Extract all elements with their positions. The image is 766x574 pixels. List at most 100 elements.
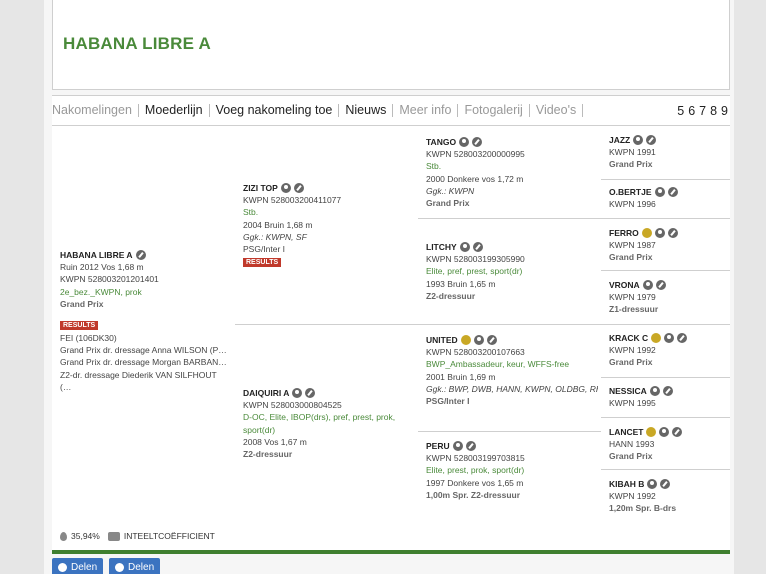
- horse-level: Z2-dressuur: [243, 449, 293, 460]
- edit-icon[interactable]: [655, 280, 666, 291]
- award-icon[interactable]: [646, 427, 657, 438]
- divider: [601, 417, 730, 418]
- divider: [601, 377, 730, 378]
- tab-videos[interactable]: Video's: [530, 104, 584, 117]
- edit-icon[interactable]: [135, 250, 146, 261]
- edit-icon[interactable]: [662, 386, 673, 397]
- offspring-icon[interactable]: [654, 228, 665, 239]
- pedigree-table: HABANA LIBRE A Ruin 2012 Vos 1,68 m KWPN…: [52, 126, 730, 550]
- edit-icon[interactable]: [472, 242, 483, 253]
- award-icon[interactable]: [641, 228, 652, 239]
- horse-reg: KWPN 528003000804525: [243, 400, 342, 411]
- tab-nieuws[interactable]: Nieuws: [339, 104, 394, 117]
- inbreeding-info: 35,94% INTEELTCOËFFICIENT: [60, 531, 215, 541]
- tab-fotogalerij[interactable]: Fotogalerij: [458, 104, 530, 117]
- result-row: Z2-dr. dressage Diederik VAN SILFHOUT (…: [60, 369, 217, 392]
- offspring-icon[interactable]: [280, 183, 291, 194]
- horse-reg: KWPN 528003199703815: [426, 453, 525, 464]
- pagination: 5 6 7 8 9: [677, 104, 730, 118]
- edit-icon[interactable]: [465, 441, 476, 452]
- horse-name[interactable]: O.BERTJE: [609, 186, 652, 198]
- horse-ggk: Ggk.: KWPN: [426, 185, 475, 196]
- page-5[interactable]: 5: [677, 104, 684, 118]
- edit-icon[interactable]: [677, 333, 688, 344]
- page-7[interactable]: 7: [699, 104, 706, 118]
- facebook-share-button[interactable]: Delen: [52, 558, 104, 574]
- award-icon[interactable]: [651, 333, 662, 344]
- divider: [418, 218, 601, 219]
- offspring-icon[interactable]: [473, 335, 484, 346]
- inbreeding-percentage: 35,94%: [71, 531, 100, 541]
- tab-voeg-nakomeling-toe[interactable]: Voeg nakomeling toe: [210, 104, 340, 117]
- horse-info: 2004 Bruin 1,68 m: [243, 219, 313, 230]
- tab-moederlijn[interactable]: Moederlijn: [139, 104, 210, 117]
- edit-icon[interactable]: [667, 228, 678, 239]
- tab-meer-info[interactable]: Meer info: [393, 104, 459, 117]
- horse-name[interactable]: VRONA: [609, 279, 640, 291]
- horse-name[interactable]: KIBAH B: [609, 478, 644, 490]
- divider: [601, 179, 730, 180]
- horse-name[interactable]: DAIQUIRI A: [243, 387, 289, 399]
- horse-reg: KWPN 1992: [609, 345, 656, 356]
- offspring-icon[interactable]: [633, 135, 644, 146]
- page-title: HABANA LIBRE A: [63, 34, 211, 53]
- horse-predicates: Elite, pref, prest, sport(dr): [426, 266, 523, 277]
- offspring-icon[interactable]: [452, 441, 463, 452]
- page-6[interactable]: 6: [688, 104, 695, 118]
- edit-icon[interactable]: [667, 187, 678, 198]
- edit-icon[interactable]: [486, 335, 497, 346]
- offspring-icon[interactable]: [664, 333, 675, 344]
- offspring-icon[interactable]: [642, 280, 653, 291]
- offspring-icon[interactable]: [459, 242, 470, 253]
- page-9[interactable]: 9: [721, 104, 728, 118]
- horse-reg: KWPN 528003199305990: [426, 254, 525, 265]
- horse-name[interactable]: PERU: [426, 440, 450, 452]
- twitter-share-button[interactable]: Delen: [109, 558, 161, 574]
- result-row: Grand Prix dr. dressage Morgan BARBAN…: [60, 357, 227, 368]
- award-icon[interactable]: [460, 335, 471, 346]
- horse-name[interactable]: ZIZI TOP: [243, 182, 278, 194]
- edit-icon[interactable]: [660, 479, 671, 490]
- horse-obertje: O.BERTJE KWPN 1996: [609, 186, 729, 210]
- horse-nessica: NESSICA KWPN 1995: [609, 385, 729, 409]
- horse-level: PSG/Inter I: [426, 396, 470, 407]
- offspring-icon[interactable]: [649, 386, 660, 397]
- results-badge[interactable]: RESULTS: [243, 258, 282, 268]
- results-badge[interactable]: RESULTS: [60, 321, 99, 331]
- offspring-icon[interactable]: [292, 388, 303, 399]
- horse-level: 1,20m Spr. B-drs: [609, 503, 677, 514]
- horse-subject: HABANA LIBRE A Ruin 2012 Vos 1,68 m KWPN…: [60, 249, 230, 393]
- horse-name[interactable]: TANGO: [426, 136, 456, 148]
- horse-vrona: VRONA KWPN 1979 Z1-dressuur: [609, 279, 729, 316]
- horse-name[interactable]: KRACK C: [609, 332, 648, 344]
- horse-info: Ruin 2012 Vos 1,68 m: [60, 262, 144, 273]
- horse-litchy: LITCHY KWPN 528003199305990 Elite, pref,…: [426, 241, 598, 302]
- horse-name[interactable]: NESSICA: [609, 385, 647, 397]
- inbreeding-label[interactable]: INTEELTCOËFFICIENT: [124, 531, 215, 541]
- horse-name[interactable]: HABANA LIBRE A: [60, 249, 133, 261]
- horse-level: Grand Prix: [609, 252, 653, 263]
- offspring-icon[interactable]: [647, 479, 658, 490]
- edit-icon[interactable]: [305, 388, 316, 399]
- horse-name[interactable]: UNITED: [426, 334, 458, 346]
- edit-icon[interactable]: [472, 137, 483, 148]
- horse-reg: HANN 1993: [609, 439, 655, 450]
- green-divider: [52, 550, 730, 554]
- horse-reg: KWPN 528003201201401: [60, 274, 159, 285]
- edit-icon[interactable]: [646, 135, 657, 146]
- offspring-icon[interactable]: [459, 137, 470, 148]
- offspring-icon[interactable]: [659, 427, 670, 438]
- horse-reg: KWPN 1979: [609, 292, 656, 303]
- offspring-icon[interactable]: [654, 187, 665, 198]
- horse-info: 2008 Vos 1,67 m: [243, 436, 307, 447]
- horse-name[interactable]: JAZZ: [609, 134, 630, 146]
- horse-predicates: 2e_bez._KWPN, prok: [60, 286, 142, 297]
- horse-name[interactable]: LITCHY: [426, 241, 457, 253]
- horse-ferro: FERRO KWPN 1987 Grand Prix: [609, 227, 729, 264]
- edit-icon[interactable]: [293, 183, 304, 194]
- tab-nakomelingen[interactable]: Nakomelingen: [52, 104, 139, 117]
- edit-icon[interactable]: [672, 427, 683, 438]
- horse-name[interactable]: FERRO: [609, 227, 639, 239]
- horse-name[interactable]: LANCET: [609, 426, 643, 438]
- page-8[interactable]: 8: [710, 104, 717, 118]
